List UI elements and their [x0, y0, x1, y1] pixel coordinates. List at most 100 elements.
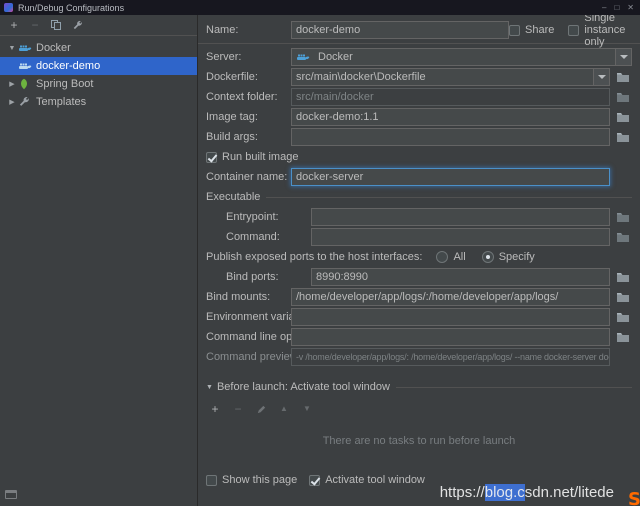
close-button[interactable]: ✕: [627, 3, 634, 12]
dockerfile-combobox[interactable]: [291, 68, 610, 86]
tree-group-spring-boot[interactable]: ▶ Spring Boot: [0, 75, 197, 93]
add-configuration-button[interactable]: +: [7, 18, 21, 32]
add-task-button[interactable]: +: [208, 402, 222, 416]
folder-icon: [616, 271, 630, 283]
chevron-collapsed-icon[interactable]: ▶: [6, 80, 18, 88]
configuration-tree: ▼ Docker: [0, 36, 197, 111]
entrypoint-row: Entrypoint:: [206, 207, 632, 227]
name-row: Name: Share Single instance only: [206, 20, 632, 40]
tree-item-docker-demo-label: docker-demo: [36, 60, 100, 72]
bind-ports-input[interactable]: [311, 268, 610, 286]
context-folder-browse-button[interactable]: [614, 88, 632, 106]
command-browse-button[interactable]: [614, 228, 632, 246]
docker-icon: [18, 42, 32, 54]
build-args-input[interactable]: [291, 128, 610, 146]
publish-ports-row: Publish exposed ports to the host interf…: [206, 247, 632, 267]
separator: [266, 197, 632, 198]
remove-configuration-button[interactable]: −: [28, 18, 42, 32]
checkbox-icon: [206, 475, 217, 486]
entrypoint-browse-button[interactable]: [614, 208, 632, 226]
dockerfile-label: Dockerfile:: [206, 71, 291, 83]
copy-configuration-button[interactable]: [49, 18, 63, 32]
container-name-input[interactable]: [291, 168, 610, 186]
sort-configurations-button[interactable]: [70, 18, 84, 32]
executable-section-label: Executable: [206, 191, 260, 203]
remove-task-button[interactable]: −: [231, 402, 245, 416]
command-line-options-input[interactable]: [291, 328, 610, 346]
publish-specify-radio[interactable]: Specify: [482, 251, 535, 263]
command-line-options-row: Command line options:: [206, 327, 632, 347]
dockerfile-input[interactable]: [292, 71, 593, 83]
command-row: Command:: [206, 227, 632, 247]
tree-group-docker[interactable]: ▼ Docker: [0, 39, 197, 57]
command-input[interactable]: [311, 228, 610, 246]
build-args-browse-button[interactable]: [614, 128, 632, 146]
dockerfile-browse-button[interactable]: [614, 68, 632, 86]
separator: [396, 387, 632, 388]
run-built-image-row: Run built image: [206, 147, 632, 167]
single-instance-checkbox[interactable]: Single instance only: [568, 15, 632, 48]
chevron-down-icon[interactable]: [593, 69, 609, 85]
image-tag-input[interactable]: [291, 108, 610, 126]
build-args-row: Build args:: [206, 127, 632, 147]
entrypoint-input[interactable]: [311, 208, 610, 226]
image-tag-label: Image tag:: [206, 111, 291, 123]
tree-item-docker-demo[interactable]: docker-demo: [0, 57, 197, 75]
before-launch-label: Before launch: Activate tool window: [217, 381, 390, 393]
chevron-collapsed-icon[interactable]: ▶: [6, 98, 18, 106]
templates-wrench-icon: [18, 96, 32, 108]
watermark-highlight: blog.c: [485, 484, 525, 501]
window-panel-icon: [5, 490, 17, 499]
wrench-icon: [72, 20, 83, 31]
folder-icon: [616, 291, 630, 303]
tree-group-templates[interactable]: ▶ Templates: [0, 93, 197, 111]
context-folder-label: Context folder:: [206, 91, 291, 103]
sidebar-toolbar: + −: [0, 15, 197, 36]
maximize-button[interactable]: □: [614, 3, 619, 12]
minimize-button[interactable]: –: [602, 3, 606, 12]
activate-tool-window-checkbox[interactable]: Activate tool window: [309, 474, 425, 486]
environment-variables-input[interactable]: [291, 308, 610, 326]
bind-mounts-input[interactable]: [291, 288, 610, 306]
publish-specify-label: Specify: [499, 251, 535, 263]
share-checkbox[interactable]: Share: [509, 24, 554, 36]
command-line-options-browse-button[interactable]: [614, 328, 632, 346]
chevron-down-icon[interactable]: [615, 49, 631, 65]
name-input[interactable]: [291, 21, 509, 39]
run-built-image-checkbox[interactable]: Run built image: [206, 151, 298, 163]
show-this-page-checkbox[interactable]: Show this page: [206, 474, 297, 486]
bind-mounts-label: Bind mounts:: [206, 291, 291, 303]
folder-icon: [616, 311, 630, 323]
tree-group-docker-label: Docker: [36, 42, 71, 54]
run-built-image-label: Run built image: [222, 151, 298, 163]
move-task-down-button[interactable]: ▼: [300, 402, 314, 416]
folder-icon: [616, 91, 630, 103]
folder-icon: [616, 111, 630, 123]
publish-all-radio[interactable]: All: [436, 251, 465, 263]
folder-icon: [616, 211, 630, 223]
bind-ports-row: Bind ports:: [206, 267, 632, 287]
before-launch-toolbar: + − ▲ ▼: [206, 399, 632, 419]
chevron-expanded-icon[interactable]: ▼: [206, 384, 213, 391]
window-title: Run/Debug Configurations: [18, 3, 602, 13]
configuration-editor: Name: Share Single instance only Server:: [198, 15, 640, 506]
server-combobox[interactable]: Docker: [291, 48, 632, 66]
environment-variables-browse-button[interactable]: [614, 308, 632, 326]
move-task-up-button[interactable]: ▲: [277, 402, 291, 416]
bind-ports-browse-button[interactable]: [614, 268, 632, 286]
publish-all-label: All: [453, 251, 465, 263]
spring-boot-icon: [18, 78, 32, 90]
folder-icon: [616, 331, 630, 343]
folder-icon: [616, 71, 630, 83]
title-bar: Run/Debug Configurations – □ ✕: [0, 0, 640, 15]
checkbox-checked-icon: [309, 475, 320, 486]
executable-section-header: Executable: [206, 187, 632, 207]
before-launch-header[interactable]: ▼ Before launch: Activate tool window: [206, 377, 632, 397]
edit-task-button[interactable]: [254, 402, 268, 416]
image-tag-browse-button[interactable]: [614, 108, 632, 126]
before-launch-empty-message: There are no tasks to run before launch: [206, 435, 632, 447]
chevron-expanded-icon[interactable]: ▼: [6, 45, 18, 52]
server-value: Docker: [314, 51, 615, 63]
container-name-label: Container name:: [206, 171, 291, 183]
bind-mounts-browse-button[interactable]: [614, 288, 632, 306]
